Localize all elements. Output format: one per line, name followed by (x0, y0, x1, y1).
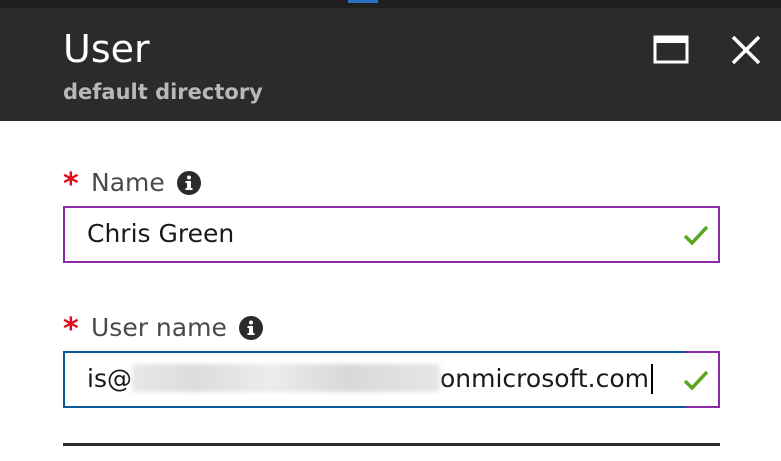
name-field-value: Chris Green (87, 219, 235, 248)
blade-subtitle: default directory (63, 80, 263, 104)
close-icon (731, 35, 761, 65)
blade-title: User (63, 27, 150, 71)
username-field[interactable]: is@ onmicrosoft.com (63, 351, 720, 408)
blade-header: User default directory (0, 8, 781, 121)
required-marker: * (63, 312, 79, 347)
info-icon[interactable] (176, 171, 201, 195)
checkmark-icon (683, 225, 709, 246)
username-field-value: is@ onmicrosoft.com (87, 362, 654, 396)
top-strip (0, 0, 781, 8)
name-label: Name (91, 168, 165, 197)
info-icon[interactable] (238, 316, 263, 340)
divider (63, 443, 720, 446)
text-caret (651, 364, 654, 394)
name-field[interactable]: Chris Green (63, 206, 720, 263)
username-label: User name (91, 313, 227, 342)
maximize-button[interactable] (651, 30, 691, 70)
required-marker: * (63, 167, 79, 202)
close-button[interactable] (726, 30, 766, 70)
name-label-row: * Name (63, 166, 201, 200)
username-prefix: is@ (87, 364, 132, 393)
redacted-text (131, 364, 440, 392)
top-accent (348, 0, 378, 3)
maximize-icon (653, 35, 689, 64)
username-suffix: onmicrosoft.com (439, 364, 650, 393)
checkmark-icon (683, 370, 709, 391)
username-label-row: * User name (63, 311, 263, 345)
